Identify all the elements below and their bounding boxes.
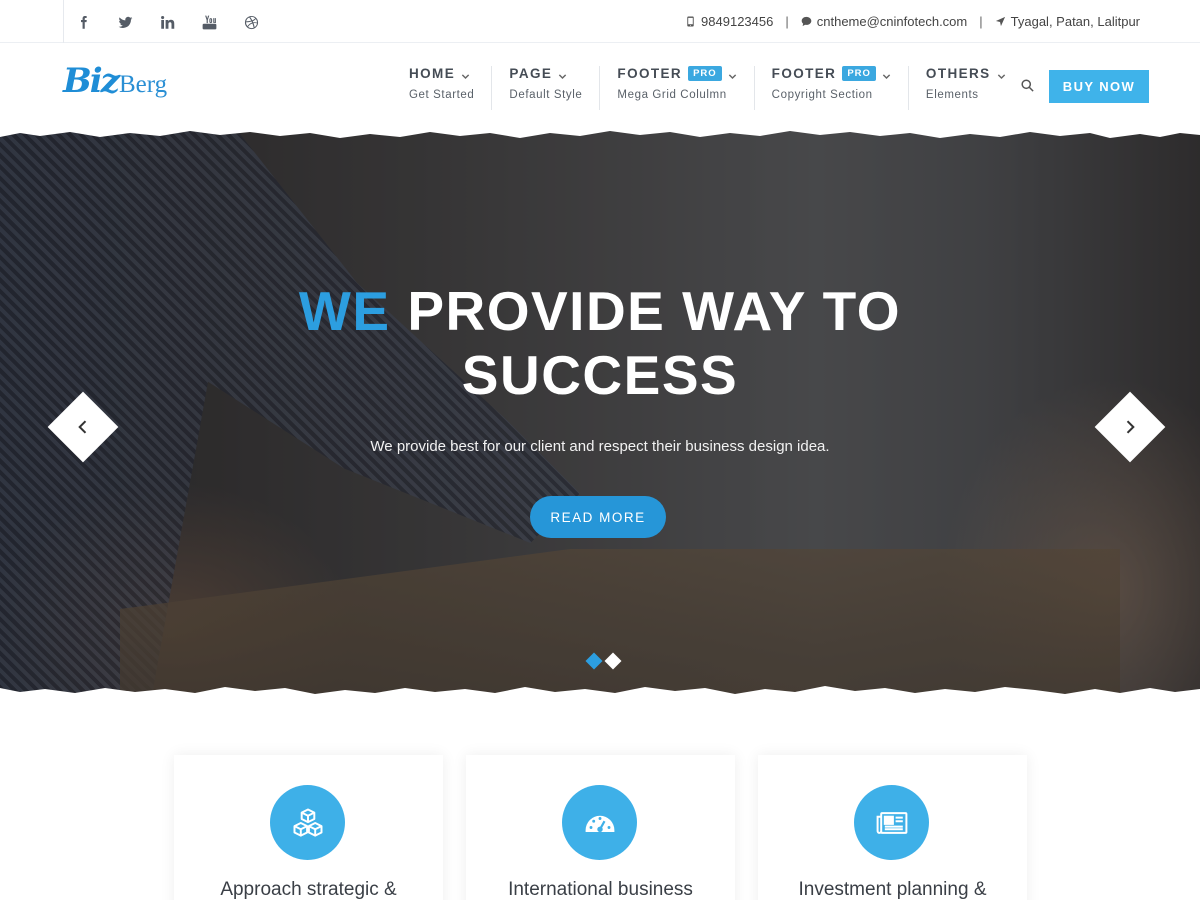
slider-pagination: [585, 652, 622, 670]
logo-text: Berg: [118, 71, 168, 98]
nav-item-home[interactable]: HOME Get Started: [392, 66, 493, 110]
nav-item-others[interactable]: OTHERS Elements: [909, 66, 1023, 110]
newspaper-icon: [876, 811, 907, 834]
divider: [63, 0, 64, 43]
dribbble-icon[interactable]: [244, 13, 286, 31]
nav-label: PAGE: [509, 66, 553, 81]
logo-mark: Biz: [63, 61, 120, 101]
feature-icon-circle: [562, 785, 637, 860]
hero-title: WE PROVIDE WAY TO SUCCESS: [0, 279, 1200, 407]
chat-icon: [801, 16, 812, 27]
nav-label: HOME: [409, 66, 456, 81]
chevron-right-icon: [1126, 420, 1135, 434]
top-bar: 9849123456 | cntheme@cninfotech.com | Ty…: [0, 0, 1200, 43]
hero-overlay: [0, 129, 1200, 697]
chevron-down-icon: [882, 69, 891, 80]
social-links: [76, 13, 286, 31]
slider-dot[interactable]: [604, 652, 622, 670]
separator: |: [979, 14, 983, 29]
chevron-left-icon: [78, 420, 87, 434]
dashboard-icon: [585, 815, 614, 832]
nav-label: OTHERS: [925, 66, 991, 81]
chevron-down-icon: [461, 69, 470, 80]
torn-edge-bottom: [0, 683, 1200, 697]
nav-sublabel: Mega Grid Colulmn: [617, 89, 727, 101]
pro-badge: PRO: [842, 66, 876, 81]
torn-edge-top: [0, 129, 1200, 143]
search-icon[interactable]: [1020, 78, 1038, 96]
nav-item-footer-mega[interactable]: FOOTER PRO Mega Grid Colulmn: [600, 66, 755, 110]
feature-card[interactable]: International business: [466, 755, 735, 900]
pro-badge: PRO: [688, 66, 722, 81]
facebook-icon[interactable]: [76, 13, 118, 31]
nav-sublabel: Elements: [925, 89, 979, 101]
nav-label: FOOTER: [771, 66, 837, 81]
site-header: Biz Berg HOME Get Started PAGE Default S…: [0, 43, 1200, 131]
cubes-icon: [293, 808, 322, 837]
main-nav: HOME Get Started PAGE Default Style FOOT…: [392, 66, 1023, 110]
email-item[interactable]: cntheme@cninfotech.com: [801, 14, 968, 29]
feature-card[interactable]: Approach strategic &: [174, 755, 443, 900]
nav-sublabel: Get Started: [409, 89, 475, 101]
read-more-button[interactable]: READ MORE: [530, 496, 666, 538]
email-address: cntheme@cninfotech.com: [816, 14, 968, 29]
twitter-icon[interactable]: [118, 13, 160, 31]
feature-icon-circle: [270, 785, 345, 860]
hero-title-rest: PROVIDE WAY TO: [407, 280, 902, 342]
feature-icon-circle: [854, 785, 929, 860]
nav-sublabel: Default Style: [509, 89, 583, 101]
hero-description: We provide best for our client and respe…: [370, 438, 830, 455]
feature-title: Approach strategic &: [220, 879, 397, 900]
youtube-icon[interactable]: [202, 13, 244, 31]
linkedin-icon[interactable]: [160, 13, 202, 31]
phone-number: 9849123456: [701, 14, 774, 29]
chevron-down-icon: [997, 69, 1006, 80]
features-section: Approach strategic & International busin…: [174, 755, 1027, 900]
slider-dot[interactable]: [585, 652, 603, 670]
nav-sublabel: Copyright Section: [771, 89, 873, 101]
contact-info: 9849123456 | cntheme@cninfotech.com | Ty…: [685, 14, 1140, 29]
separator: |: [785, 14, 789, 29]
hero-title-line2: SUCCESS: [461, 344, 739, 406]
phone-item[interactable]: 9849123456: [685, 14, 773, 29]
hero-title-accent: WE: [298, 280, 391, 342]
mobile-icon: [687, 16, 694, 27]
location-arrow-icon: [995, 16, 1005, 27]
chevron-down-icon: [558, 69, 567, 80]
location-text: Tyagal, Patan, Lalitpur: [1010, 14, 1140, 29]
feature-title: International business: [508, 879, 693, 900]
feature-card[interactable]: Investment planning &: [758, 755, 1027, 900]
nav-item-footer-copyright[interactable]: FOOTER PRO Copyright Section: [755, 66, 909, 110]
location-item[interactable]: Tyagal, Patan, Lalitpur: [995, 14, 1140, 29]
nav-item-page[interactable]: PAGE Default Style: [492, 66, 601, 110]
buy-now-button[interactable]: BUY NOW: [1049, 70, 1149, 103]
site-logo[interactable]: Biz Berg: [63, 61, 167, 101]
nav-label: FOOTER: [617, 66, 683, 81]
feature-title: Investment planning &: [798, 879, 987, 900]
hero-slider: WE PROVIDE WAY TO SUCCESS We provide bes…: [0, 129, 1200, 697]
chevron-down-icon: [728, 69, 737, 80]
